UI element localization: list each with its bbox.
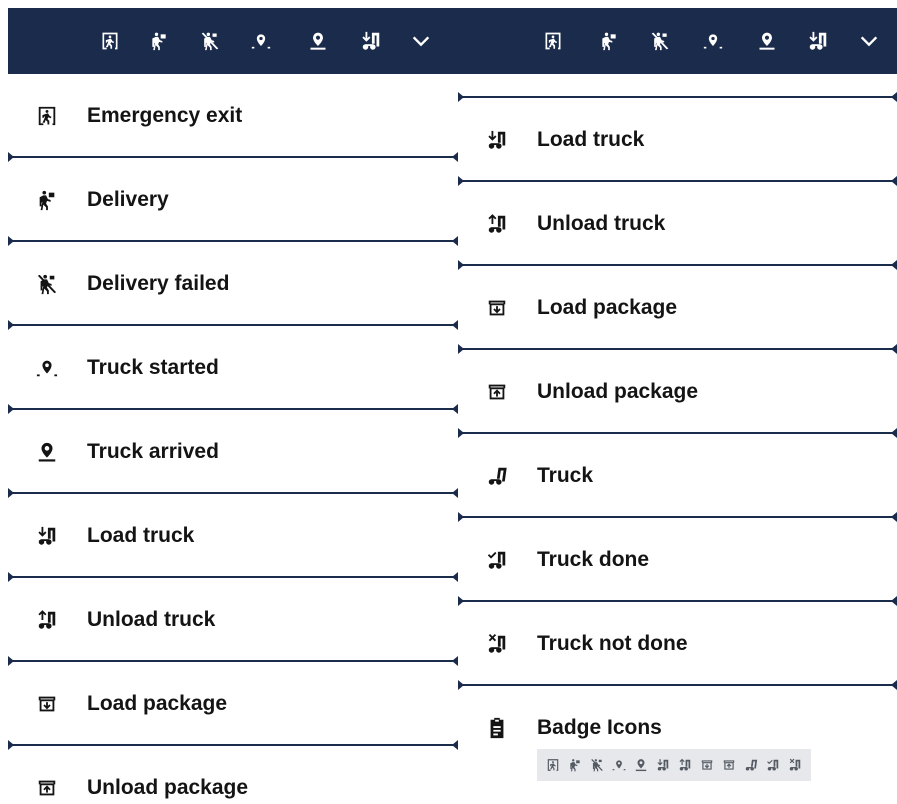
- load-truck-icon: [36, 525, 58, 547]
- delivery-failed-icon[interactable]: [643, 8, 677, 74]
- list-item[interactable]: Truck done: [458, 518, 897, 602]
- list-item-label: Truck started: [87, 356, 219, 379]
- list-item[interactable]: Truck started: [8, 326, 458, 410]
- list-item[interactable]: Truck arrived: [8, 410, 458, 494]
- list-item[interactable]: Unload package: [8, 746, 458, 804]
- truck-not-done-icon: [486, 633, 508, 655]
- list-item[interactable]: Unload truck: [458, 182, 897, 266]
- chevron-down-icon[interactable]: [852, 8, 886, 74]
- right-list: Load truck Unload truck Load package Unload…: [458, 74, 897, 804]
- list-item[interactable]: Unload truck: [8, 578, 458, 662]
- load-truck-icon[interactable]: [801, 8, 835, 74]
- list-item[interactable]: Load truck: [458, 98, 897, 182]
- load-package-icon: [36, 693, 58, 715]
- list-item[interactable]: Emergency exit: [8, 74, 458, 158]
- list-item-label: Unload package: [87, 776, 249, 799]
- list-item-label: Load truck: [87, 524, 195, 547]
- truck-icon: [741, 755, 761, 775]
- clipboard-icon: [486, 717, 508, 739]
- list-item-label: Emergency exit: [87, 104, 243, 127]
- unload-truck-icon: [675, 755, 695, 775]
- list-item-label: Badge Icons: [537, 716, 662, 739]
- load-truck-icon: [653, 755, 673, 775]
- delivery-icon[interactable]: [592, 8, 626, 74]
- left-list: Emergency exit Delivery Delivery failed Tru…: [8, 74, 458, 804]
- delivery-icon: [565, 755, 585, 775]
- truck-started-icon: [36, 357, 58, 379]
- list-item-label: Truck not done: [537, 632, 688, 655]
- delivery-icon: [36, 189, 58, 211]
- list-item[interactable]: Unload package: [458, 350, 897, 434]
- list-item-label: Delivery: [87, 188, 169, 211]
- list-item[interactable]: Load package: [8, 662, 458, 746]
- load-truck-icon[interactable]: [354, 8, 388, 74]
- list-item[interactable]: Load truck: [8, 494, 458, 578]
- delivery-failed-icon: [587, 755, 607, 775]
- list-item-label: Truck: [537, 464, 594, 487]
- delivery-icon[interactable]: [142, 8, 176, 74]
- unload-truck-icon: [486, 213, 508, 235]
- unload-package-icon: [36, 777, 58, 799]
- chevron-down-icon[interactable]: [404, 8, 438, 74]
- load-package-icon: [486, 297, 508, 319]
- unload-truck-icon: [36, 609, 58, 631]
- list-item[interactable]: Delivery failed: [8, 242, 458, 326]
- list-item-label: Unload truck: [537, 212, 666, 235]
- list-item-label: Load package: [87, 692, 228, 715]
- truck-started-icon[interactable]: [244, 8, 278, 74]
- emergency-exit-icon: [543, 755, 563, 775]
- list-item[interactable]: Load package: [458, 266, 897, 350]
- list-item-label: Delivery failed: [87, 272, 230, 295]
- toolbar-right: [458, 8, 897, 74]
- list-item-label: Truck arrived: [87, 440, 219, 463]
- list-item-label: Unload package: [537, 380, 699, 403]
- emergency-exit-icon[interactable]: [536, 8, 570, 74]
- unload-package-icon: [486, 381, 508, 403]
- truck-arrived-icon: [631, 755, 651, 775]
- load-truck-icon: [486, 129, 508, 151]
- truck-done-icon: [763, 755, 783, 775]
- truck-arrived-icon[interactable]: [750, 8, 784, 74]
- truck-arrived-icon: [36, 441, 58, 463]
- load-package-icon: [697, 755, 717, 775]
- badge-icons-strip: [537, 749, 811, 781]
- list-item-label: Load package: [537, 296, 678, 319]
- truck-started-icon[interactable]: [696, 8, 730, 74]
- unload-package-icon: [719, 755, 739, 775]
- list-item[interactable]: Truck: [458, 434, 897, 518]
- left-panel: Emergency exit Delivery Delivery failed Tru…: [8, 8, 458, 804]
- list-item[interactable]: Delivery: [8, 158, 458, 242]
- right-panel: Load truck Unload truck Load package Unload…: [458, 8, 897, 804]
- list-item-label: Load truck: [537, 128, 645, 151]
- truck-arrived-icon[interactable]: [301, 8, 335, 74]
- list-item-label: Truck done: [537, 548, 650, 571]
- delivery-failed-icon[interactable]: [193, 8, 227, 74]
- list-item[interactable]: Truck not done: [458, 602, 897, 686]
- truck-done-icon: [486, 549, 508, 571]
- toolbar-left: [8, 8, 458, 74]
- delivery-failed-icon: [36, 273, 58, 295]
- truck-not-done-icon: [785, 755, 805, 775]
- truck-started-icon: [609, 755, 629, 775]
- emergency-exit-icon: [36, 105, 58, 127]
- list-item-label: Unload truck: [87, 608, 216, 631]
- truck-icon: [486, 465, 508, 487]
- emergency-exit-icon[interactable]: [93, 8, 127, 74]
